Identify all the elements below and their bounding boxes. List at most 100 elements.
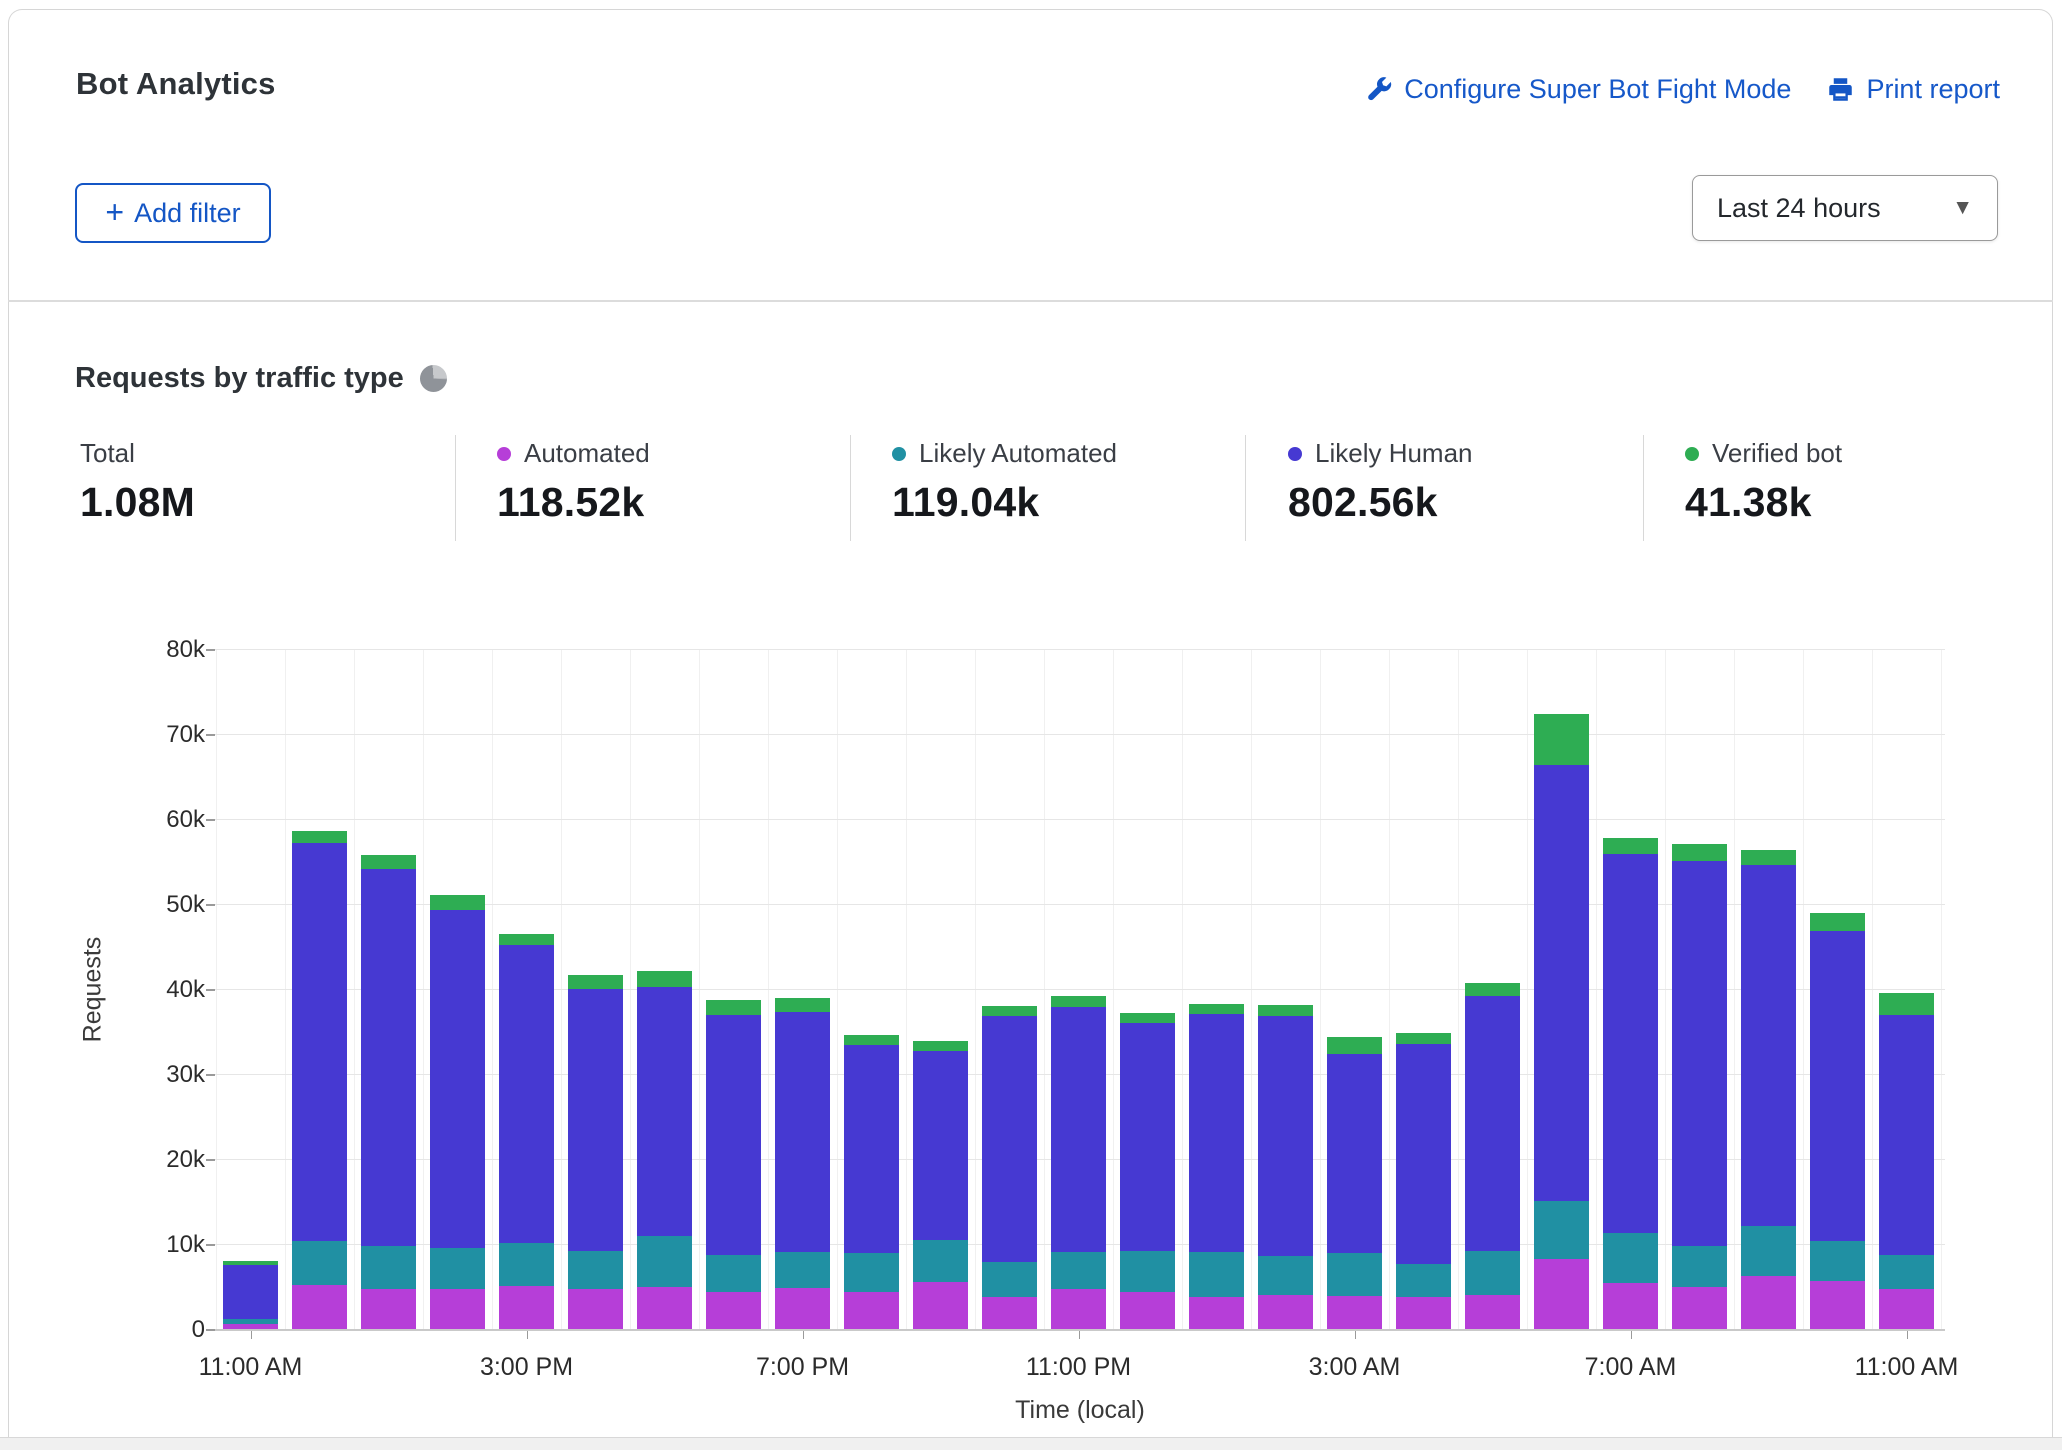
bar-11-00-AM[interactable] — [223, 1261, 278, 1329]
likely_automated-segment — [499, 1243, 554, 1286]
likely_human-segment — [1396, 1044, 1451, 1264]
bar-8-00-AM[interactable] — [1672, 844, 1727, 1329]
print-report-link[interactable]: Print report — [1827, 74, 2000, 105]
bar-2-00-AM[interactable] — [1258, 1005, 1313, 1329]
bar-12-00-AM[interactable] — [1120, 1013, 1175, 1329]
likely_human-segment — [706, 1015, 761, 1255]
likely_automated-segment — [1189, 1252, 1244, 1296]
automated-segment — [844, 1292, 899, 1329]
likely_automated-segment — [775, 1252, 830, 1289]
verified_bot-segment — [1672, 844, 1727, 862]
automated-segment — [913, 1282, 968, 1329]
automated-segment — [1603, 1283, 1658, 1329]
automated-segment — [223, 1324, 278, 1329]
likely_human-segment — [292, 843, 347, 1241]
likely_human-segment — [223, 1265, 278, 1319]
automated-segment — [1189, 1297, 1244, 1329]
stat-value: 802.56k — [1288, 479, 1473, 526]
likely_human-segment — [1879, 1015, 1934, 1255]
verified_bot-segment — [1120, 1013, 1175, 1023]
automated-segment — [1741, 1276, 1796, 1329]
likely_human-segment — [775, 1012, 830, 1252]
configure-link-label: Configure Super Bot Fight Mode — [1404, 74, 1791, 105]
bar-3-00-PM[interactable] — [499, 934, 554, 1329]
bar-2-00-PM[interactable] — [430, 895, 485, 1329]
likely_human-segment — [637, 987, 692, 1236]
add-filter-button[interactable]: + Add filter — [75, 183, 271, 243]
stat-label: Verified bot — [1712, 438, 1842, 469]
automated-segment — [775, 1288, 830, 1329]
next-section-edge — [0, 1437, 2062, 1450]
bar-10-00-AM[interactable] — [1810, 913, 1865, 1329]
likely_human-segment — [913, 1051, 968, 1240]
verified_bot-segment — [1327, 1037, 1382, 1054]
bar-1-00-AM[interactable] — [1189, 1004, 1244, 1329]
bar-12-00-PM[interactable] — [292, 831, 347, 1329]
verified_bot-segment — [1189, 1004, 1244, 1014]
likely_automated-segment — [913, 1240, 968, 1282]
wrench-icon — [1365, 76, 1392, 103]
likely_automated-segment — [1396, 1264, 1451, 1297]
stat-label: Likely Automated — [919, 438, 1117, 469]
header-actions: Configure Super Bot Fight Mode Print rep… — [1365, 74, 2000, 105]
stat-label: Likely Human — [1315, 438, 1473, 469]
bar-11-00-AM[interactable] — [1879, 993, 1934, 1329]
verified_bot-segment — [1879, 993, 1934, 1014]
bar-9-00-PM[interactable] — [913, 1041, 968, 1329]
verified_bot-segment — [1810, 913, 1865, 931]
likely_automated-segment — [982, 1262, 1037, 1297]
stat-likely_human[interactable]: Likely Human 802.56k — [1288, 438, 1473, 526]
automated-segment — [568, 1289, 623, 1329]
stat-value: 41.38k — [1685, 479, 1842, 526]
likely_automated-segment — [844, 1253, 899, 1292]
verified_bot-segment — [1741, 850, 1796, 865]
stat-label: Total — [80, 438, 135, 469]
bar-10-00-PM[interactable] — [982, 1006, 1037, 1329]
bar-4-00-PM[interactable] — [568, 975, 623, 1329]
bar-6-00-AM[interactable] — [1534, 714, 1589, 1329]
bar-8-00-PM[interactable] — [844, 1035, 899, 1329]
likely_human-segment — [1189, 1014, 1244, 1252]
bar-5-00-AM[interactable] — [1465, 983, 1520, 1329]
likely_automated-segment — [292, 1241, 347, 1285]
bar-7-00-AM[interactable] — [1603, 838, 1658, 1329]
verified_bot-segment — [430, 895, 485, 910]
likely_automated-segment — [1879, 1255, 1934, 1289]
bar-11-00-PM[interactable] — [1051, 996, 1106, 1329]
section-heading: Requests by traffic type — [75, 362, 447, 395]
automated-segment — [637, 1287, 692, 1329]
automated-segment — [292, 1285, 347, 1329]
stat-total[interactable]: Total1.08M — [80, 438, 195, 526]
likely_automated-segment — [1672, 1246, 1727, 1288]
likely_automated-segment — [1051, 1252, 1106, 1289]
bar-9-00-AM[interactable] — [1741, 850, 1796, 1329]
likely_human-segment — [1051, 1007, 1106, 1252]
verified_bot-segment — [844, 1035, 899, 1045]
bar-7-00-PM[interactable] — [775, 998, 830, 1330]
likely_automated-segment — [1258, 1256, 1313, 1295]
bar-3-00-AM[interactable] — [1327, 1037, 1382, 1329]
traffic-type-stats: Total1.08M Automated118.52k Likely Automat… — [0, 430, 2062, 550]
time-range-dropdown[interactable]: Last 24 hours ▼ — [1692, 175, 1998, 241]
bar-5-00-PM[interactable] — [637, 971, 692, 1329]
stat-automated[interactable]: Automated118.52k — [497, 438, 650, 526]
likely_automated-segment — [1327, 1253, 1382, 1296]
add-filter-label: Add filter — [134, 198, 241, 229]
time-range-value: Last 24 hours — [1717, 193, 1881, 224]
page-title: Bot Analytics — [76, 66, 276, 102]
bar-4-00-AM[interactable] — [1396, 1033, 1451, 1329]
automated-segment — [1258, 1295, 1313, 1329]
chevron-down-icon: ▼ — [1952, 196, 1973, 220]
likely_automated-segment — [1534, 1201, 1589, 1260]
likely_human-segment — [1534, 765, 1589, 1200]
configure-super-bot-fight-mode-link[interactable]: Configure Super Bot Fight Mode — [1365, 74, 1791, 105]
bar-6-00-PM[interactable] — [706, 1000, 761, 1329]
stat-verified_bot[interactable]: Verified bot 41.38k — [1685, 438, 1842, 526]
likely_automated-segment — [361, 1246, 416, 1289]
stat-divider — [1643, 435, 1644, 541]
verified_bot-segment — [292, 831, 347, 843]
stat-likely_automated[interactable]: Likely Automated119.04k — [892, 438, 1117, 526]
bar-1-00-PM[interactable] — [361, 855, 416, 1329]
stat-divider — [455, 435, 456, 541]
likely_human-segment — [1810, 931, 1865, 1240]
